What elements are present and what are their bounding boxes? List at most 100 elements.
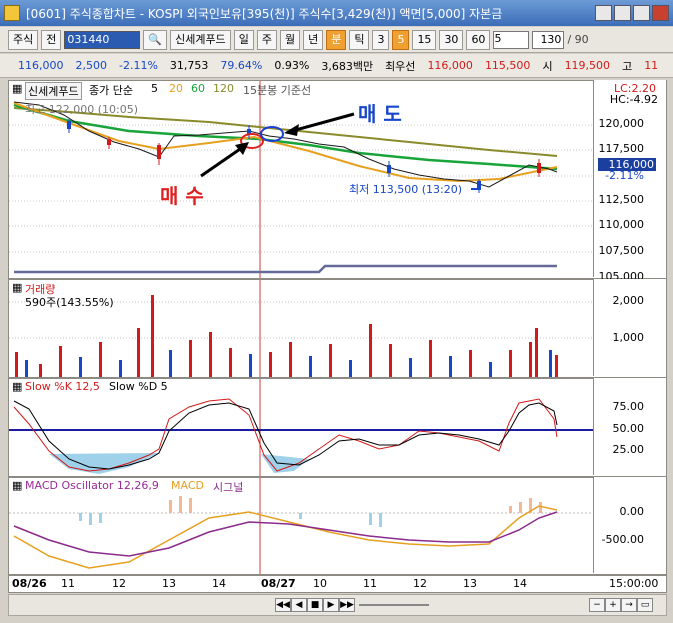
buy-arrowhead xyxy=(235,142,249,155)
macd-settings-icon[interactable]: ▦ xyxy=(12,479,22,492)
interval-select[interactable]: 5 xyxy=(493,30,530,49)
count-input[interactable]: 130 xyxy=(532,30,565,49)
volume-panel[interactable]: ▦ 거래량 590주(143.55%) xyxy=(8,279,667,378)
stoch-tick-3: 25.00 xyxy=(612,443,645,456)
search-icon[interactable]: 🔍 xyxy=(143,29,168,50)
zoom-out-icon[interactable]: − xyxy=(589,598,605,612)
window-title: [0601] 주식종합차트 - KOSPI 외국인보유[395(천)] 주식수[… xyxy=(26,6,503,21)
settings-icon[interactable]: ▦ xyxy=(12,82,22,95)
period-day[interactable]: 일 xyxy=(233,29,254,50)
basis-line xyxy=(14,264,557,274)
hc-label: HC:-4.92 xyxy=(609,93,658,106)
time-label-12a: 12 xyxy=(112,577,126,590)
stochastic-panel[interactable]: ▦ Slow %K 12,5 Slow %D 5 xyxy=(8,378,667,477)
price-candles xyxy=(67,119,541,193)
current-price-badge: 116,000 xyxy=(598,158,656,171)
stoch-tick-2: 50.00 xyxy=(612,422,645,435)
price-axis: LC:2.20 HC:-4.92 120,000 117,500 112,500… xyxy=(593,80,666,283)
scroll-slider[interactable] xyxy=(359,604,429,606)
signal-line xyxy=(13,511,558,557)
price-tick-2: 117,500 xyxy=(598,142,645,155)
ma-label: 종가 단순 xyxy=(89,84,133,97)
macd-chart xyxy=(9,478,594,574)
period-minute[interactable]: 분 xyxy=(326,29,347,50)
price-tick-6: 107,500 xyxy=(598,244,645,257)
buy-annotation: 매 수 xyxy=(160,184,204,208)
trade-amount: 3,683백만 xyxy=(321,59,374,73)
fit-icon[interactable]: ▭ xyxy=(637,598,653,612)
volume-tick-1: 2,000 xyxy=(612,294,645,307)
app-icon xyxy=(4,5,20,21)
period-week[interactable]: 주 xyxy=(256,29,277,50)
time-label-14b: 14 xyxy=(513,577,527,590)
link-icon[interactable] xyxy=(595,5,612,21)
best-label: 최우선 xyxy=(385,59,416,73)
next-icon[interactable]: ▶ xyxy=(323,598,339,612)
best-bid: 115,500 xyxy=(484,59,531,72)
high-label: 고 xyxy=(622,59,633,73)
stochastic-chart xyxy=(9,379,594,476)
stochastic-axis: 75.00 50.00 25.00 xyxy=(593,378,666,475)
window-titlebar: [0601] 주식종합차트 - KOSPI 외국인보유[395(천)] 주식수[… xyxy=(0,0,673,26)
stop-icon[interactable]: ■ xyxy=(307,598,323,612)
time-label-0827: 08/27 xyxy=(261,577,296,590)
minute-5[interactable]: 5 xyxy=(392,29,410,50)
macd-line xyxy=(13,505,558,569)
volume-axis: 2,000 1,000 xyxy=(593,279,666,376)
low-note: 최저 113,500 (13:20) xyxy=(349,183,463,196)
ratio-value-2: 0.93% xyxy=(274,59,310,72)
volume-info: 590주(143.55%) xyxy=(25,296,114,309)
price-tick-4: 112,500 xyxy=(598,193,645,206)
price-panel[interactable]: ▦ 신세계푸드 종가 단순 5 20 60 120 15분봉 기준선 최고 12… xyxy=(8,80,667,279)
basis-label: 15분봉 기준선 xyxy=(243,84,312,97)
stoch-settings-icon[interactable]: ▦ xyxy=(12,380,22,393)
chart-toolbar: 주식 전 031440 🔍 신세계푸드 일 주 월 년 분 틱 3 5 15 3… xyxy=(0,27,673,53)
period-tick[interactable]: 틱 xyxy=(349,29,370,50)
price-panel-title[interactable]: 신세계푸드 xyxy=(25,82,82,100)
zoom-in-icon[interactable]: + xyxy=(605,598,621,612)
window-controls xyxy=(595,5,669,21)
ma20-value: 20 xyxy=(169,82,183,95)
slow-d-label: Slow %D 5 xyxy=(109,380,168,393)
open-label: 시 xyxy=(542,59,553,73)
expand-icon[interactable]: → xyxy=(621,598,637,612)
macd-tick-2: -500.00 xyxy=(601,533,644,546)
ratio-value-1: 79.64% xyxy=(220,59,263,72)
stock-code-input[interactable]: 031440 xyxy=(64,30,141,49)
stock-name-field[interactable]: 신세계푸드 xyxy=(170,29,231,50)
macd-axis: 0.00 -500.00 xyxy=(593,477,666,573)
minute-3[interactable]: 3 xyxy=(372,29,390,50)
high-price: 11 xyxy=(644,59,659,72)
first-icon[interactable]: ◀◀ xyxy=(275,598,291,612)
market-type-select[interactable]: 주식 xyxy=(8,29,39,50)
minute-30[interactable]: 30 xyxy=(439,29,464,50)
time-label-11a: 11 xyxy=(61,577,75,590)
minimize-icon[interactable] xyxy=(633,5,650,21)
volume-settings-icon[interactable]: ▦ xyxy=(12,281,22,294)
sell-arrow xyxy=(291,112,355,133)
volume-value: 31,753 xyxy=(169,59,209,72)
volume-tick-2: 1,000 xyxy=(612,331,645,344)
macd-osc-label: MACD Oscillator 12,26,9 xyxy=(25,479,159,492)
minute-60[interactable]: 60 xyxy=(466,29,491,50)
minute-15[interactable]: 15 xyxy=(412,29,437,50)
time-label-13a: 13 xyxy=(162,577,176,590)
macd-panel[interactable]: ▦ MACD Oscillator 12,26,9 MACD 시그널 xyxy=(8,477,667,575)
period-year[interactable]: 년 xyxy=(303,29,324,50)
best-ask: 116,000 xyxy=(427,59,473,72)
ma5-value: 5 xyxy=(151,82,158,95)
time-label-10b: 10 xyxy=(313,577,327,590)
last-icon[interactable]: ▶▶ xyxy=(339,598,355,612)
current-price: 116,000 xyxy=(18,59,64,72)
macd-label: MACD xyxy=(171,479,204,492)
time-axis: 08/26 11 12 13 14 08/27 10 11 12 13 14 1… xyxy=(8,575,667,593)
restore-icon[interactable] xyxy=(614,5,631,21)
prev-icon[interactable]: ◀ xyxy=(291,598,307,612)
time-label-14a: 14 xyxy=(212,577,226,590)
all-toggle[interactable]: 전 xyxy=(41,29,62,50)
close-icon[interactable] xyxy=(652,5,669,21)
open-price: 119,500 xyxy=(564,59,611,72)
buy-arrow xyxy=(200,145,244,178)
stoch-tick-1: 75.00 xyxy=(612,400,645,413)
period-month[interactable]: 월 xyxy=(279,29,301,50)
